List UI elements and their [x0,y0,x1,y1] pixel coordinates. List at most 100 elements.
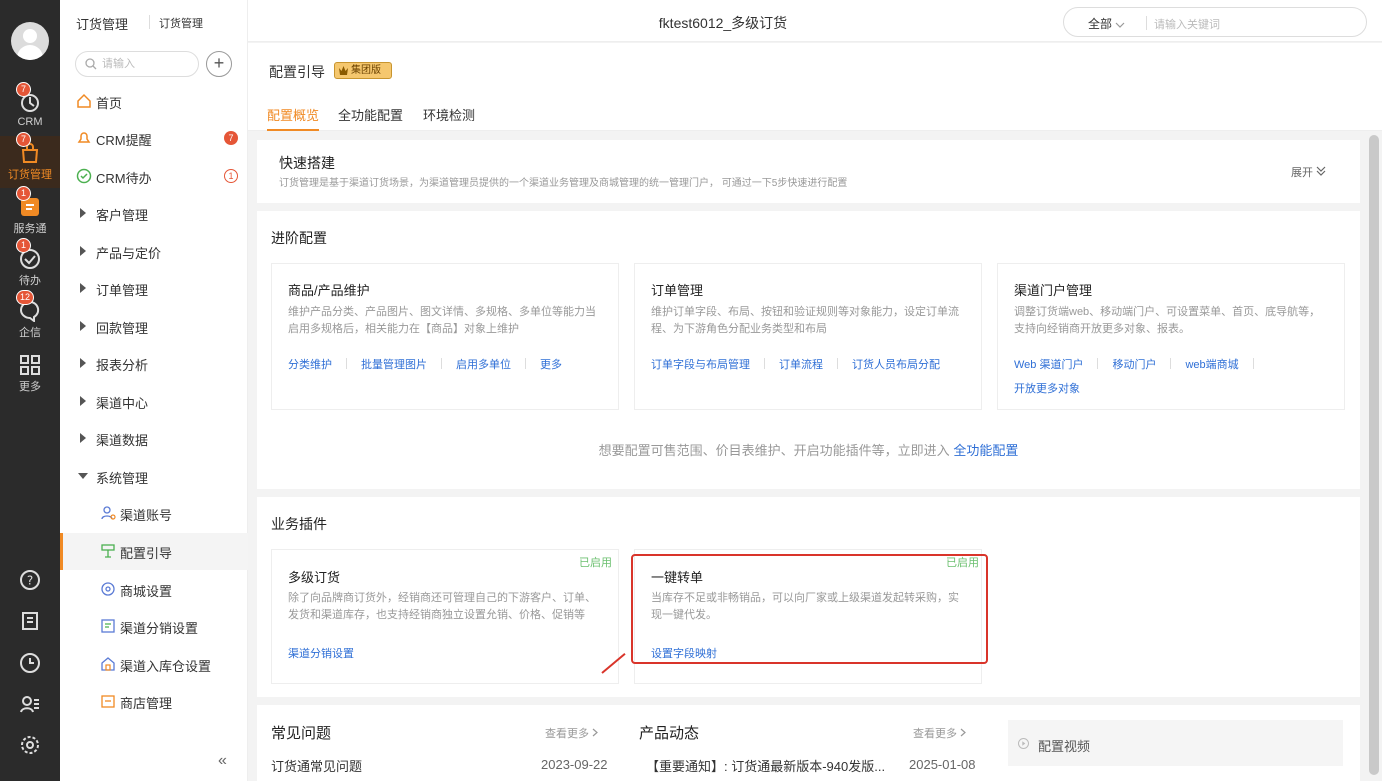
bell-icon [77,132,91,143]
contacts-icon[interactable] [19,693,41,715]
tab-environment-check[interactable]: 环境检测 [423,105,475,124]
config-card-orders: 订单管理 维护订单字段、布局、按钮和验证规则等对象能力，设定订单流程、为下游角色… [634,263,982,410]
sidebar-item-home[interactable]: 首页 [60,83,248,120]
breadcrumb-module[interactable]: 订货管理 [159,15,203,31]
sidebar-collapse-button[interactable]: « [218,752,227,770]
link-enable-multi-unit[interactable]: 启用多单位 [456,359,511,371]
config-card-portal: 渠道门户管理 调整订货端web、移动端门户、可设置菜单、首页、底导航等，支持向经… [997,263,1345,410]
sidebar-item-payment-management[interactable]: 回款管理 [60,308,248,345]
mall-settings-icon [101,582,115,596]
divider [1146,16,1147,30]
rail-item-more[interactable]: 更多 [0,348,60,398]
rail-label: 待办 [19,275,41,287]
news-item[interactable]: 【重要通知】: 订货通最新版本-940发版... [646,756,886,775]
divider [837,358,838,369]
link-batch-images[interactable]: 批量管理图片 [361,359,427,371]
faq-more-label: 查看更多 [545,728,589,740]
sidebar-badge: 7 [224,131,238,145]
sidebar-item-distribution-settings[interactable]: 渠道分销设置 [60,608,248,645]
link-web-mall[interactable]: web端商城 [1185,359,1238,371]
sidebar-item-report-analysis[interactable]: 报表分析 [60,345,248,382]
full-config-link[interactable]: 全功能配置 [953,443,1018,458]
link-order-fields-layout[interactable]: 订单字段与布局管理 [651,359,750,371]
notebook-icon[interactable] [19,610,41,632]
sidebar-item-system-management[interactable]: 系统管理 [60,458,248,495]
sidebar-item-label: 产品与定价 [96,246,162,261]
distribution-icon [101,619,115,633]
chevron-down-icon [1115,22,1125,28]
sidebar-item-crm-todo[interactable]: CRM待办 1 [60,158,248,195]
rail-item-order-management[interactable]: 7 订货管理 [0,132,60,188]
sidebar-item-order-management[interactable]: 订单管理 [60,270,248,307]
tab-full-config[interactable]: 全功能配置 [338,105,403,124]
link-category-maintenance[interactable]: 分类维护 [288,359,332,371]
scrollbar[interactable] [1369,135,1379,775]
page-header: 配置引导 集团版 [248,43,1382,93]
caret-right-icon [80,321,86,331]
highlight-annotation [631,554,988,664]
tab-overview[interactable]: 配置概览 [267,105,320,131]
sidebar-item-channel-data[interactable]: 渠道数据 [60,420,248,457]
faq-item[interactable]: 订货通常见问题 [271,756,362,775]
rail-item-todo[interactable]: 1 待办 [0,238,60,292]
sidebar-add-button[interactable]: + [206,51,232,77]
faq-more-link[interactable]: 查看更多 [545,725,598,741]
link-order-flow[interactable]: 订单流程 [779,359,823,371]
edition-badge-label: 集团版 [351,65,381,76]
plugin-card-title: 多级订货 [288,570,341,585]
clock-icon[interactable] [19,652,41,674]
avatar[interactable] [11,22,49,60]
warehouse-icon [101,657,115,671]
link-mobile-portal[interactable]: 移动门户 [1112,359,1156,371]
sidebar-item-crm-reminder[interactable]: CRM提醒 7 [60,120,248,157]
help-icon[interactable]: ? [19,569,41,591]
sidebar-item-label: 渠道入库仓设置 [120,659,212,674]
sidebar-item-label: 系统管理 [96,471,149,486]
link-layout-assignment[interactable]: 订货人员布局分配 [852,359,940,371]
sidebar-item-label: 报表分析 [96,358,149,373]
sidebar-item-label: 渠道账号 [120,508,173,523]
sidebar-item-mall-settings[interactable]: 商城设置 [60,571,248,608]
settings-gear-icon[interactable] [19,734,41,756]
sidebar-item-config-guide[interactable]: 配置引导 [60,533,248,570]
caret-right-icon [80,396,86,406]
config-card-title: 渠道门户管理 [1014,283,1093,298]
sidebar-item-customer-management[interactable]: 客户管理 [60,195,248,232]
rail-label: 服务通 [13,223,47,235]
rail-item-service[interactable]: 1 服务通 [0,186,60,240]
news-title: 产品动态 [639,725,700,742]
expand-label: 展开 [1291,167,1313,179]
double-chevron-down-icon [1316,166,1326,176]
link-more[interactable]: 更多 [540,359,562,371]
global-search[interactable]: 全部 请输入关键词 [1063,7,1367,37]
sidebar-item-label: 回款管理 [96,321,149,336]
config-card-desc: 维护订单字段、布局、按钮和验证规则等对象能力，设定订单流程、为下游角色分配业务类… [651,306,959,335]
sidebar-search-input[interactable]: 请输入 [75,51,199,77]
link-open-more-objects[interactable]: 开放更多对象 [1014,383,1080,395]
news-more-link[interactable]: 查看更多 [913,725,966,741]
plugin-card-link[interactable]: 渠道分销设置 [288,642,608,666]
home-icon [77,93,91,108]
sidebar-item-channel-center[interactable]: 渠道中心 [60,383,248,420]
chevron-right-icon [960,728,966,737]
sidebar-item-label: CRM提醒 [96,133,152,148]
sidebar-item-warehouse-settings[interactable]: 渠道入库仓设置 [60,646,248,683]
config-video-panel[interactable]: 配置视频 [1008,720,1343,766]
config-card-products: 商品/产品维护 维护产品分类、产品图片、图文详情、多规格、多单位等能力当启用多规… [271,263,619,410]
sidebar-item-store-management[interactable]: 商店管理 [60,683,248,720]
rail-item-messages[interactable]: 12 企信 [0,290,60,344]
rail-badge: 7 [16,132,31,147]
sidebar-item-products-pricing[interactable]: 产品与定价 [60,233,248,270]
global-search-input[interactable]: 请输入关键词 [1154,16,1220,32]
search-scope-select[interactable]: 全部 [1088,15,1125,32]
sidebar-item-channel-account[interactable]: 渠道账号 [60,495,248,532]
advanced-footer-text: 想要配置可售范围、价目表维护、开启功能插件等，立即进入 [598,443,950,458]
caret-right-icon [80,246,86,256]
divider [346,358,347,369]
rail-badge: 1 [16,186,31,201]
link-web-portal[interactable]: Web 渠道门户 [1014,359,1083,371]
breadcrumb-app[interactable]: 订货管理 [76,14,128,33]
rail-badge: 7 [16,82,31,97]
rail-item-crm[interactable]: 7 CRM [0,82,60,136]
expand-button[interactable]: 展开 [1291,164,1326,180]
